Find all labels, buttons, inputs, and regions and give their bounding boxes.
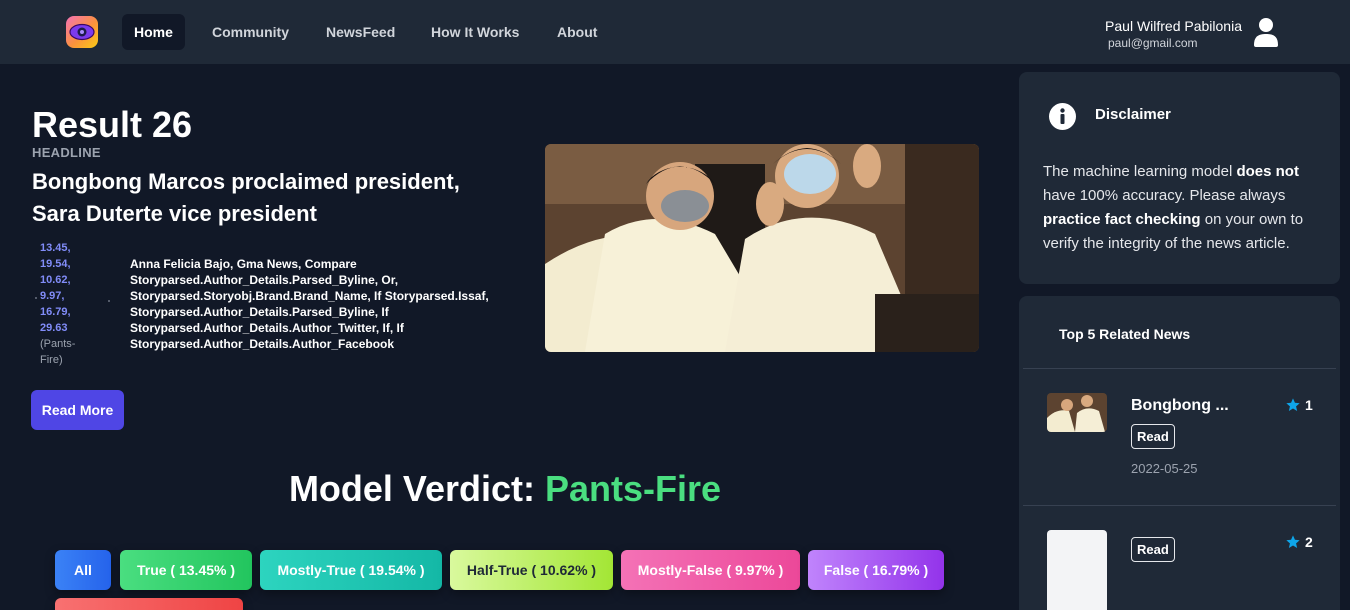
related-read-button[interactable]: Read xyxy=(1131,424,1175,449)
related-item-date: 2022-05-25 xyxy=(1131,461,1198,476)
user-avatar-icon[interactable] xyxy=(1253,17,1279,47)
app-logo[interactable] xyxy=(66,16,98,48)
score-value: 10.62, xyxy=(40,274,71,286)
article-image xyxy=(545,144,979,352)
filter-pants-fire-button[interactable] xyxy=(55,598,243,610)
nav-how-it-works[interactable]: How It Works xyxy=(419,14,531,50)
related-item-rank: 1 xyxy=(1285,397,1313,413)
nav-about[interactable]: About xyxy=(545,14,609,50)
nav-newsfeed[interactable]: NewsFeed xyxy=(314,14,407,50)
nav-home[interactable]: Home xyxy=(122,14,185,50)
eye-icon xyxy=(69,23,95,41)
verdict-prefix: Model Verdict: xyxy=(288,468,535,509)
user-email: paul@gmail.com xyxy=(1108,36,1198,50)
filter-mostly-true-button[interactable]: Mostly-True ( 19.54% ) xyxy=(260,550,442,590)
divider xyxy=(1023,368,1336,369)
related-read-button[interactable]: Read xyxy=(1131,537,1175,562)
disclaimer-card: Disclaimer The machine learning model do… xyxy=(1019,72,1340,284)
navbar: Home Community NewsFeed How It Works Abo… xyxy=(0,0,1350,64)
list-bullet xyxy=(35,297,37,299)
related-item-title[interactable]: Bongbong ... xyxy=(1131,397,1229,415)
score-verdict: (Pants-Fire) xyxy=(40,338,76,366)
star-icon xyxy=(1286,398,1300,411)
verdict-value: Pants-Fire xyxy=(545,468,722,509)
disclaimer-text: The machine learning model does not have… xyxy=(1043,163,1304,252)
headline: Bongbong Marcos proclaimed president, Sa… xyxy=(32,169,460,226)
related-item-rank: 2 xyxy=(1285,534,1313,550)
filter-true-button[interactable]: True ( 13.45% ) xyxy=(120,550,252,590)
related-thumbnail[interactable] xyxy=(1047,530,1107,610)
model-verdict: Model Verdict: Pants-Fire xyxy=(0,468,1010,510)
result-title: Result 26 xyxy=(32,104,193,145)
divider xyxy=(1023,505,1336,506)
score-list: 13.45, 19.54, 10.62, 9.97, 16.79, 29.63 … xyxy=(40,240,100,368)
score-value: 13.45, xyxy=(40,242,71,254)
nav-community[interactable]: Community xyxy=(200,14,301,50)
headline-label: HEADLINE xyxy=(32,145,101,160)
score-value: 19.54, xyxy=(40,258,71,270)
read-more-button[interactable]: Read More xyxy=(31,390,124,430)
disclaimer-title: Disclaimer xyxy=(1095,106,1171,123)
related-thumbnail[interactable] xyxy=(1047,393,1107,432)
article-authors: Anna Felicia Bajo, Gma News, Compare Sto… xyxy=(130,257,489,351)
score-value: 16.79, xyxy=(40,306,71,318)
filter-all-button[interactable]: All xyxy=(55,550,111,590)
score-value: 9.97, xyxy=(40,290,65,302)
info-icon xyxy=(1049,103,1076,130)
related-news-card: Top 5 Related News Bongbong ... Read 202… xyxy=(1019,296,1340,610)
score-value: 29.63 xyxy=(40,322,68,334)
filter-false-button[interactable]: False ( 16.79% ) xyxy=(808,550,944,590)
filter-half-true-button[interactable]: Half-True ( 10.62% ) xyxy=(450,550,613,590)
list-bullet xyxy=(108,300,110,302)
related-news-title: Top 5 Related News xyxy=(1059,326,1191,342)
star-icon xyxy=(1286,535,1300,548)
user-name: Paul Wilfred Pabilonia xyxy=(1105,18,1242,34)
filter-mostly-false-button[interactable]: Mostly-False ( 9.97% ) xyxy=(621,550,800,590)
